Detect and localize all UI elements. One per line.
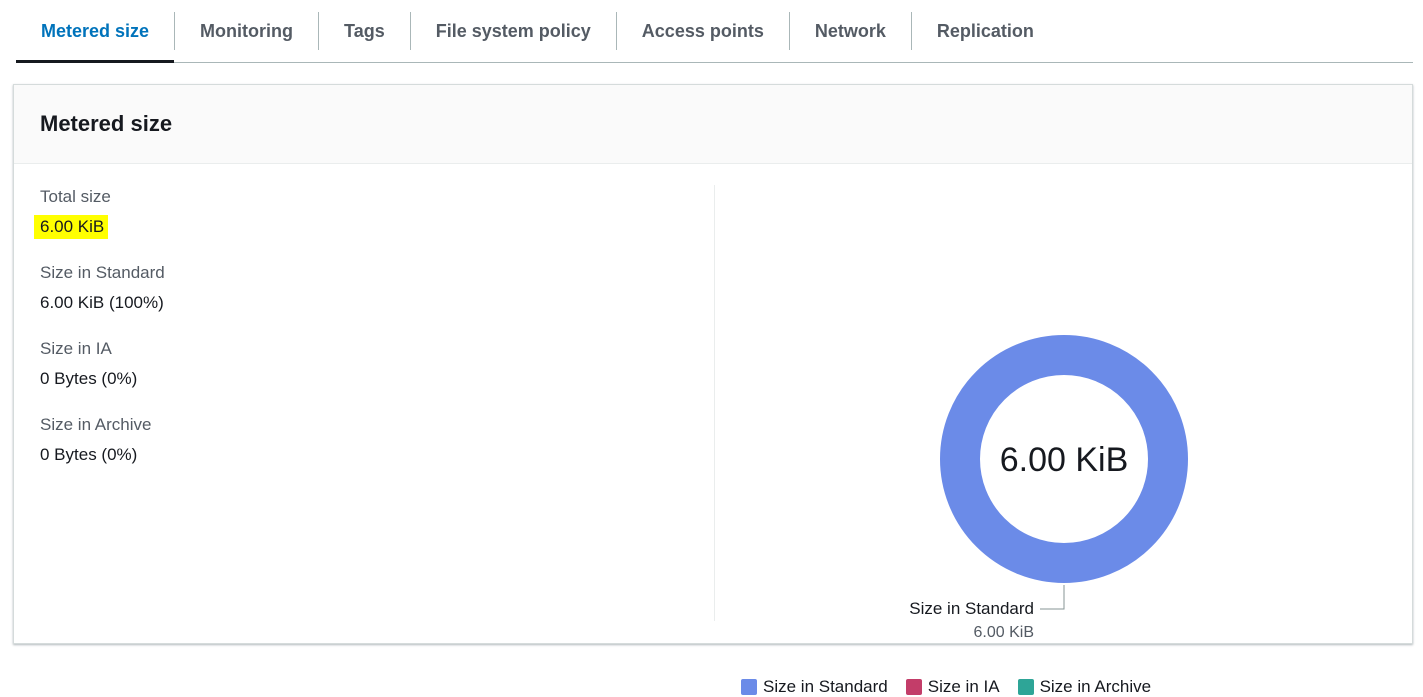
tab-label: Monitoring [200,20,294,41]
panel-header: Metered size [14,85,1412,164]
panel-title: Metered size [40,111,173,136]
stat-size-archive: Size in Archive 0 Bytes (0%) [40,413,690,467]
tab-monitoring[interactable]: Monitoring [175,0,318,62]
legend-swatch [741,679,757,695]
stat-value: 6.00 KiB (100%) [40,293,164,312]
tab-tags[interactable]: Tags [319,0,410,62]
legend-swatch [1017,679,1034,695]
tab-label: Network [814,20,886,41]
stat-label: Total size [40,187,111,206]
tab-file-system-policy[interactable]: File system policy [411,0,616,62]
tab-access-points[interactable]: Access points [617,0,789,62]
callout-slice-value: 6.00 KiB [974,624,1034,641]
tab-label: File system policy [435,20,591,41]
stat-value-wrapper: 6.00 KiB [34,215,690,239]
stat-label: Size in IA [40,339,112,358]
tab-bar: Metered size Monitoring Tags File system… [16,0,1413,63]
tab-label: Tags [344,20,385,41]
tab-metered-size[interactable]: Metered size [16,0,175,63]
callout-slice-name: Size in Standard [909,599,1034,618]
tab-label: Replication [936,20,1034,41]
callout-line [1040,585,1065,610]
chart-legend: Size in Standard Size in IA Size in Arch… [741,677,1151,697]
donut-chart: 6.00 KiB Size in Standard 6.00 KiB Size … [715,165,1412,696]
tab-replication[interactable]: Replication [912,0,1059,62]
legend-label: Size in Archive [1039,677,1152,696]
stat-size-standard: Size in Standard 6.00 KiB (100%) [40,261,690,315]
stat-value: 0 Bytes (0%) [40,369,138,388]
stat-size-ia: Size in IA 0 Bytes (0%) [40,337,690,391]
stat-label: Size in Archive [40,415,152,434]
legend-swatch [905,679,922,695]
metered-size-panel: Metered size Total size 6.00 KiB Size in… [13,84,1413,696]
donut-chart-svg: 6.00 KiB Size in Standard 6.00 KiB [909,335,1188,641]
legend-item-standard[interactable]: Size in Standard [741,677,888,697]
legend-label: Size in IA [927,677,1000,696]
stat-value: 0 Bytes (0%) [40,445,138,464]
tab-network[interactable]: Network [790,0,911,62]
stat-total-size: Total size 6.00 KiB [34,185,690,239]
donut-center-label: 6.00 KiB [1000,441,1129,479]
legend-item-archive[interactable]: Size in Archive [1017,677,1152,697]
tab-label: Metered size [41,20,150,41]
legend-item-ia[interactable]: Size in IA [905,677,1000,697]
stat-label: Size in Standard [40,263,165,282]
tab-label: Access points [641,20,764,41]
stat-value-highlighted: 6.00 KiB [34,215,109,239]
size-stats: Total size 6.00 KiB Size in Standard 6.0… [34,185,690,489]
legend-label: Size in Standard [763,677,888,696]
